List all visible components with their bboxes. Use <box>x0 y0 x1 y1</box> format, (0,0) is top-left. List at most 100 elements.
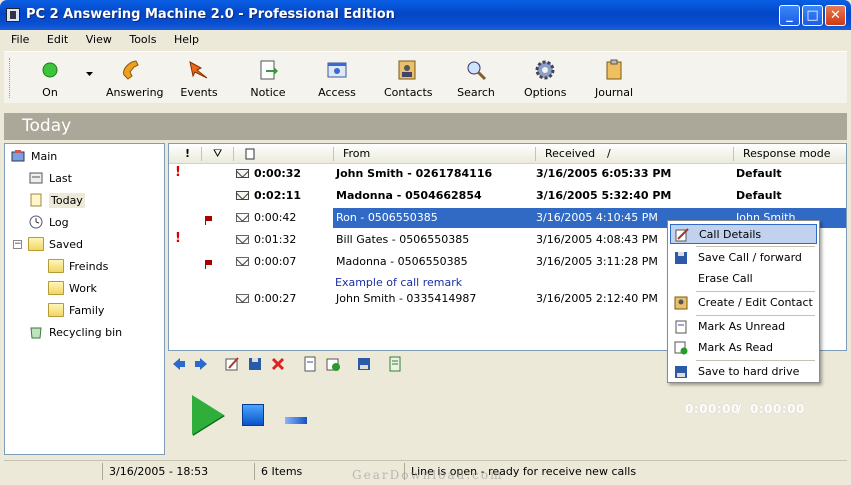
delete-icon[interactable] <box>270 356 286 372</box>
app-icon[interactable] <box>6 8 20 22</box>
header-response-mode[interactable]: Response mode <box>743 147 831 160</box>
main-icon <box>11 150 25 162</box>
maximize-button[interactable]: □ <box>802 5 823 26</box>
edit-icon[interactable] <box>224 356 240 372</box>
flag-icon <box>205 260 214 269</box>
menu-item-mark-unread[interactable]: Mark As Unread <box>670 317 817 337</box>
main-toolbar: On Answering Events Notice Access Contac… <box>4 51 847 103</box>
call-details-icon <box>675 228 689 242</box>
minimize-button[interactable]: _ <box>779 5 800 26</box>
volume-slider[interactable] <box>285 417 307 424</box>
notice-button[interactable]: Notice <box>248 56 288 102</box>
status-datetime: 3/16/2005 - 18:53 <box>102 463 252 480</box>
tree-item-freinds[interactable]: Freinds <box>48 257 108 275</box>
menu-tools[interactable]: Tools <box>122 30 163 49</box>
log-icon <box>29 215 43 229</box>
journal-button[interactable]: Journal <box>594 56 634 102</box>
journal-small-icon[interactable] <box>387 356 403 372</box>
options-button[interactable]: Options <box>524 56 566 102</box>
menu-bar: File Edit View Tools Help <box>4 30 847 50</box>
last-icon <box>29 172 43 184</box>
flag-icon <box>205 216 214 225</box>
read-envelope-icon <box>236 213 249 222</box>
title-bar: PC 2 Answering Machine 2.0 - Professiona… <box>0 0 851 30</box>
menu-help[interactable]: Help <box>167 30 206 49</box>
header-from[interactable]: From <box>343 147 370 160</box>
access-icon <box>327 62 347 78</box>
header-received[interactable]: Received <box>545 147 595 160</box>
grid-header: ! ⛛ From Received / Response mode <box>169 144 846 164</box>
unread-envelope-icon <box>236 191 249 200</box>
priority-icon: ! <box>175 231 181 246</box>
answering-button[interactable]: Answering <box>106 56 164 102</box>
search-button[interactable]: Search <box>456 56 496 102</box>
menu-file[interactable]: File <box>4 30 36 49</box>
saved-collapse-toggle[interactable]: − <box>13 240 22 249</box>
priority-icon: ! <box>175 165 181 180</box>
menu-item-save-hard-drive[interactable]: Save to hard drive <box>670 362 817 382</box>
menu-edit[interactable]: Edit <box>40 30 75 49</box>
tree-item-last[interactable]: Last <box>28 169 72 187</box>
read-envelope-icon <box>236 257 249 266</box>
table-row[interactable]: 0:02:11 Madonna - 0504662854 3/16/2005 5… <box>169 185 846 207</box>
document-icon[interactable] <box>302 356 318 372</box>
answering-label: Answering <box>106 86 164 99</box>
menu-item-save-call[interactable]: Save Call / forward <box>670 248 817 268</box>
folder-tree[interactable]: Main Last Today Log − Saved Freinds Work… <box>4 143 165 455</box>
events-label: Events <box>180 86 218 99</box>
green-dot-icon <box>42 62 58 78</box>
close-button[interactable]: ✕ <box>825 5 846 26</box>
tree-item-recycling-bin[interactable]: Recycling bin <box>28 323 122 341</box>
view-banner: Today <box>4 113 847 140</box>
header-sort-indicator: / <box>607 147 611 160</box>
access-label: Access <box>318 86 356 99</box>
contacts-button[interactable]: Contacts <box>384 56 433 102</box>
menu-item-create-contact[interactable]: Create / Edit Contact <box>670 293 817 313</box>
time-separator: / <box>737 402 742 416</box>
toolbar-grip[interactable] <box>9 58 12 98</box>
options-label: Options <box>524 86 567 99</box>
mark-read-icon[interactable] <box>325 356 341 372</box>
header-priority[interactable]: ! <box>185 147 190 160</box>
notice-icon <box>260 60 278 80</box>
access-button[interactable]: Access <box>317 56 357 102</box>
freinds-folder-icon <box>48 259 64 273</box>
events-button[interactable]: Events <box>179 56 219 102</box>
menu-item-call-details[interactable]: Call Details <box>670 224 817 244</box>
tree-item-log[interactable]: Log <box>28 213 69 231</box>
total-time: 0:00:00 <box>750 402 805 416</box>
notice-label: Notice <box>250 86 286 99</box>
events-icon <box>189 61 208 79</box>
stop-button[interactable] <box>242 404 264 426</box>
contact-icon <box>674 296 688 310</box>
save-icon[interactable] <box>247 356 263 372</box>
arrow-left-icon[interactable] <box>171 356 187 372</box>
mark-unread-icon <box>675 320 687 334</box>
menu-view[interactable]: View <box>79 30 119 49</box>
chevron-down-icon[interactable] <box>86 72 94 78</box>
recycle-bin-icon <box>30 327 42 339</box>
phone-icon <box>123 60 139 80</box>
menu-item-mark-read[interactable]: Mark As Read <box>670 338 817 358</box>
save-icon <box>675 252 687 264</box>
on-button[interactable]: On <box>34 56 66 102</box>
menu-item-erase-call[interactable]: Erase Call <box>670 269 817 289</box>
table-row[interactable]: ! 0:00:32 John Smith - 0261784116 3/16/2… <box>169 163 846 185</box>
on-label: On <box>42 86 58 99</box>
tree-item-saved[interactable]: Saved <box>28 235 83 253</box>
header-file-icon[interactable] <box>245 148 255 160</box>
today-icon <box>30 193 42 207</box>
tree-item-today[interactable]: Today <box>28 191 85 209</box>
contacts-label: Contacts <box>384 86 433 99</box>
mark-read-icon <box>674 341 688 355</box>
watermark: GearDownload.com <box>352 468 504 482</box>
tree-item-main[interactable]: Main <box>10 147 57 165</box>
header-flag[interactable]: ⛛ <box>213 147 222 161</box>
tree-item-family[interactable]: Family <box>48 301 104 319</box>
arrow-right-icon[interactable] <box>193 356 209 372</box>
save-drive-icon[interactable] <box>356 356 372 372</box>
tree-item-work[interactable]: Work <box>48 279 97 297</box>
player-panel: 0:00:00 / 0:00:00 <box>168 377 847 455</box>
read-envelope-icon <box>236 235 249 244</box>
play-button[interactable] <box>192 395 224 435</box>
